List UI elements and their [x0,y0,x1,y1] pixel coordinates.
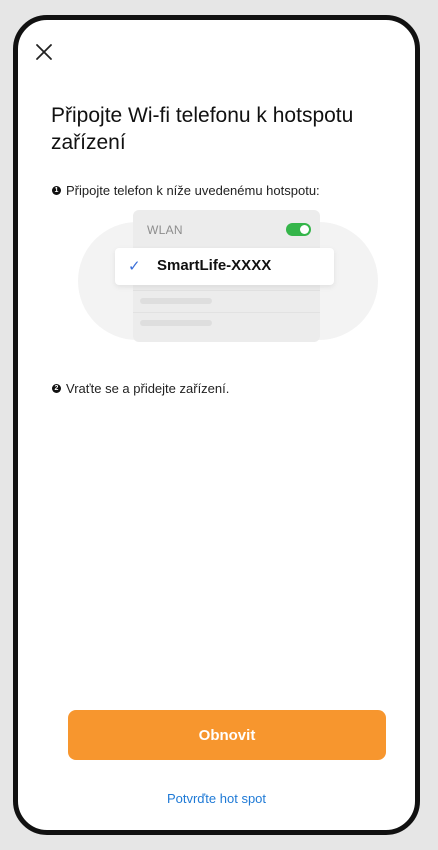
placeholder-network-line [140,320,212,326]
phone-screen: Připojte Wi-fi telefonu k hotspotu zaříz… [13,15,420,835]
wlan-toggle [286,223,311,236]
close-button[interactable] [32,40,56,64]
step-2-text: Vraťte se a přidejte zařízení. [66,381,230,396]
placeholder-network-line [140,298,212,304]
step-2: 2 Vraťte se a přidejte zařízení. [52,381,229,396]
confirm-hotspot-link[interactable]: Potvrďte hot spot [18,791,415,806]
step-2-number: 2 [52,384,61,393]
close-icon [36,44,52,60]
hotspot-illustration: WLAN ✓ SmartLife-XXXX [78,210,378,350]
divider [133,290,320,291]
selected-network-row: ✓ SmartLife-XXXX [115,248,334,285]
refresh-button[interactable]: Obnovit [68,710,386,760]
network-ssid: SmartLife-XXXX [157,257,272,274]
divider [133,312,320,313]
checkmark-icon: ✓ [128,258,141,275]
step-1-number: 1 [52,186,61,195]
toggle-knob [300,225,309,234]
step-1: 1 Připojte telefon k níže uvedenému hots… [52,183,320,198]
wlan-label: WLAN [147,223,183,237]
page-title: Připojte Wi-fi telefonu k hotspotu zaříz… [51,104,354,154]
step-1-text: Připojte telefon k níže uvedenému hotspo… [66,183,320,198]
